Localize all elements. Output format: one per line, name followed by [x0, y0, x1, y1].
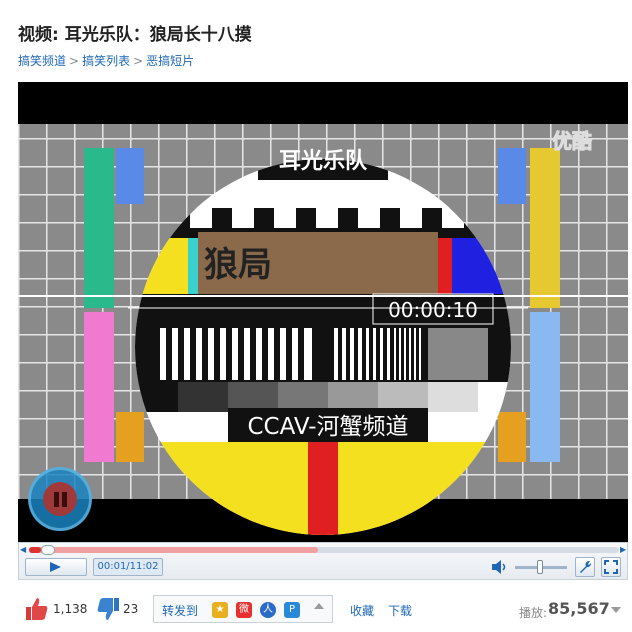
- video-clock: 00:00:10: [388, 298, 478, 322]
- volume-knob[interactable]: [536, 560, 543, 574]
- weibo-icon[interactable]: 微: [236, 602, 252, 618]
- fullscreen-icon: [604, 560, 618, 574]
- breadcrumb: 搞笑频道 > 搞笑列表 > 恶搞短片: [18, 52, 194, 69]
- share-expand-icon[interactable]: [314, 603, 324, 609]
- like-count: 1,138: [53, 602, 88, 616]
- settings-button[interactable]: [575, 557, 595, 577]
- plays-count: 85,567: [548, 599, 610, 618]
- video-actions: 1,138 23 转发到 ★ 微 人 P 收藏 下载 播放: 85,567: [0, 592, 632, 628]
- progress-bar[interactable]: [29, 545, 619, 555]
- wrench-icon: [580, 560, 592, 573]
- share-box: 转发到 ★ 微 人 P: [153, 595, 333, 623]
- video-name-plate: 狼局: [204, 245, 272, 285]
- volume-icon[interactable]: [491, 559, 509, 575]
- page-title: 视频: 耳光乐队：狼局长十八摸: [18, 25, 252, 45]
- thumbs-down-icon[interactable]: [95, 596, 121, 622]
- favorite-link[interactable]: 收藏: [350, 602, 374, 619]
- p-icon[interactable]: P: [284, 602, 300, 618]
- person-icon[interactable]: 人: [260, 602, 276, 618]
- pause-icon: [43, 482, 77, 516]
- video-player[interactable]: 耳光乐队 狼局 00:00:10 CCAV-河蟹频道 优酷: [18, 82, 628, 542]
- dislike-count: 23: [123, 602, 139, 616]
- video-frame[interactable]: 耳光乐队 狼局 00:00:10 CCAV-河蟹频道 优酷: [18, 82, 628, 542]
- breadcrumb-item-list[interactable]: 搞笑列表: [82, 54, 130, 68]
- video-channel-caption: CCAV-河蟹频道: [247, 414, 408, 440]
- progress-left-arrow-icon: ◀: [20, 545, 27, 554]
- time-display: 00:01/11:02: [93, 558, 163, 576]
- play-icon: [50, 562, 61, 572]
- star-icon[interactable]: ★: [212, 602, 228, 618]
- breadcrumb-separator: >: [133, 54, 144, 68]
- progress-played: [29, 547, 41, 553]
- download-link[interactable]: 下载: [388, 602, 412, 619]
- breadcrumb-separator: >: [69, 54, 80, 68]
- progress-buffered: [29, 547, 319, 553]
- play-button[interactable]: [25, 558, 87, 576]
- breadcrumb-item-channel[interactable]: 搞笑频道: [18, 54, 66, 68]
- fullscreen-button[interactable]: [601, 557, 621, 577]
- progress-scrubber[interactable]: [40, 545, 55, 555]
- share-label: 转发到: [162, 604, 199, 618]
- thumbs-up-icon[interactable]: [24, 596, 50, 622]
- plays-label: 播放:: [519, 606, 548, 620]
- player-control-bar: ◀ ▶ 00:01/11:02: [18, 542, 628, 580]
- pause-button[interactable]: [28, 467, 92, 531]
- youku-watermark: 优酷: [552, 129, 592, 153]
- plays-dropdown-icon[interactable]: [611, 607, 621, 613]
- breadcrumb-item-category[interactable]: 恶搞短片: [146, 54, 194, 68]
- progress-right-arrow-icon: ▶: [620, 545, 627, 554]
- video-banner-text: 耳光乐队: [279, 148, 368, 174]
